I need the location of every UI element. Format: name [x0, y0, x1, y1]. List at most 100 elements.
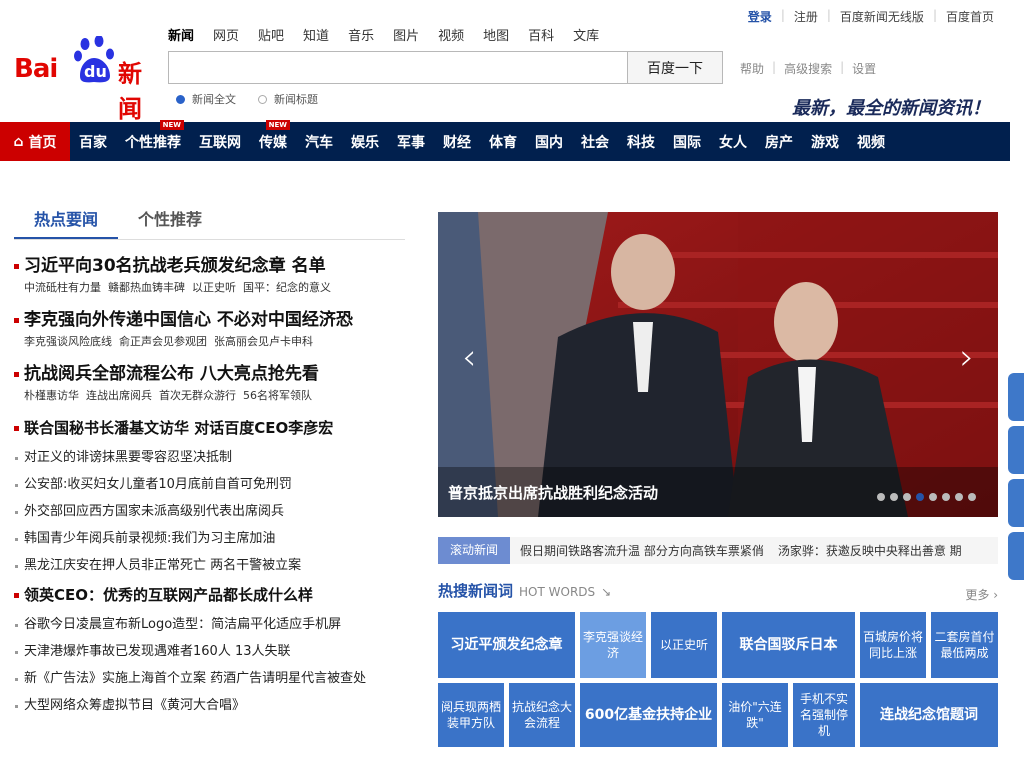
list-item[interactable]: 韩国青少年阅兵前录视频:我们为习主席加油	[14, 525, 405, 552]
list-item[interactable]: 公安部:收买妇女儿童者10月底前自首可免刑罚	[14, 471, 405, 498]
hot-word-cell[interactable]: 油价"六连跌"	[722, 683, 788, 747]
slider-next-icon[interactable]: ›	[960, 337, 974, 378]
hot-word-cell[interactable]: 李克强谈经济	[580, 612, 646, 678]
wireless-link[interactable]: 百度新闻无线版	[840, 8, 924, 25]
sub-link[interactable]: 张高丽会见卢卡申科	[214, 335, 313, 348]
hot-word-cell[interactable]: 习近平颁发纪念章	[438, 612, 575, 678]
radio-title[interactable]: 新闻标题	[258, 91, 318, 107]
hot-word-cell[interactable]: 联合国驳斥日本	[722, 612, 855, 678]
search-tab-2[interactable]: 贴吧	[258, 25, 284, 44]
settings-link[interactable]: 设置	[852, 60, 876, 77]
section-headline[interactable]: 联合国秘书长潘基文访华 对话百度CEO李彦宏	[14, 416, 405, 440]
float-button[interactable]	[1008, 532, 1024, 580]
list-item[interactable]: 天津港爆炸事故已发现遇难者160人 13人失联	[14, 638, 405, 665]
search-input[interactable]	[168, 51, 627, 84]
nav-item-16[interactable]: 游戏	[802, 122, 848, 161]
list-item[interactable]: 对正义的诽谤抹黑要零容忍坚决抵制	[14, 444, 405, 471]
list-item[interactable]: 谷歌今日凌晨宣布新Logo造型：简洁扁平化适应手机屏	[14, 611, 405, 638]
search-tab-1[interactable]: 网页	[213, 25, 239, 44]
nav-item-label: 社会	[581, 134, 609, 151]
list-item[interactable]: 新《广告法》实施上海首个立案 药酒广告请明星代言被查处	[14, 665, 405, 692]
register-link[interactable]: 注册	[794, 8, 818, 25]
nav-item-7[interactable]: 军事	[388, 122, 434, 161]
slider-dot[interactable]	[916, 493, 924, 501]
nav-item-13[interactable]: 国际	[664, 122, 710, 161]
search-button[interactable]: 百度一下	[627, 51, 723, 84]
sub-link[interactable]: 俞正声会见参观团	[119, 335, 207, 348]
slider-dot[interactable]	[877, 493, 885, 501]
slider-dot[interactable]	[942, 493, 950, 501]
search-tab-3[interactable]: 知道	[303, 25, 329, 44]
search-tab-9[interactable]: 文库	[573, 25, 599, 44]
sub-link[interactable]: 56名将军领队	[243, 389, 312, 402]
sub-link[interactable]: 李克强谈风险底线	[24, 335, 112, 348]
hot-word-cell[interactable]: 600亿基金扶持企业	[580, 683, 717, 747]
sub-link[interactable]: 连战出席阅兵	[86, 389, 152, 402]
list-item[interactable]: 外交部回应西方国家未派高级别代表出席阅兵	[14, 498, 405, 525]
search-tab-4[interactable]: 音乐	[348, 25, 374, 44]
help-link[interactable]: 帮助	[740, 60, 764, 77]
nav-item-11[interactable]: 社会	[572, 122, 618, 161]
nav-item-17[interactable]: 视频	[848, 122, 894, 161]
search-tab-6[interactable]: 视频	[438, 25, 464, 44]
list-item[interactable]: 黑龙江庆安在押人员非正常死亡 两名干警被立案	[14, 552, 405, 579]
sub-link[interactable]: 国平：纪念的意义	[243, 281, 331, 294]
slider-prev-icon[interactable]: ‹	[462, 337, 476, 378]
nav-item-5[interactable]: 汽车	[296, 122, 342, 161]
sub-link[interactable]: 赣鄱热血铸丰碑	[108, 281, 185, 294]
story-headline[interactable]: 习近平向30名抗战老兵颁发纪念章 名单	[24, 254, 405, 278]
radio-full-text[interactable]: 新闻全文	[176, 91, 236, 107]
nav-item-8[interactable]: 财经	[434, 122, 480, 161]
slider-dot[interactable]	[929, 493, 937, 501]
sub-link[interactable]: 以正史听	[192, 281, 236, 294]
float-button[interactable]	[1008, 426, 1024, 474]
slider-dot[interactable]	[968, 493, 976, 501]
slider-dot[interactable]	[890, 493, 898, 501]
nav-item-9[interactable]: 体育	[480, 122, 526, 161]
more-link[interactable]: 更多 ›	[965, 586, 998, 603]
nav-item-label: 游戏	[811, 134, 839, 151]
nav-item-15[interactable]: 房产	[756, 122, 802, 161]
hot-word-cell[interactable]: 连战纪念馆题词	[860, 683, 998, 747]
nav-item-6[interactable]: 娱乐	[342, 122, 388, 161]
slider-dot[interactable]	[903, 493, 911, 501]
login-link[interactable]: 登录	[748, 8, 772, 25]
nav-item-4[interactable]: 传媒 NEW	[250, 120, 296, 161]
sub-link[interactable]: 朴槿惠访华	[24, 389, 79, 402]
nav-item-10[interactable]: 国内	[526, 122, 572, 161]
sub-link[interactable]: 首次无群众游行	[159, 389, 236, 402]
hot-word-cell[interactable]: 二套房首付最低两成	[931, 612, 998, 678]
nav-item-2[interactable]: 个性推荐 NEW	[116, 120, 190, 161]
baidu-home-link[interactable]: 百度首页	[946, 8, 994, 25]
sub-link[interactable]: 中流砥柱有力量	[24, 281, 101, 294]
hot-word-cell[interactable]: 百城房价将同比上涨	[860, 612, 926, 678]
list-item[interactable]: 大型网络众筹虚拟节目《黄河大合唱》	[14, 692, 405, 719]
advanced-search-link[interactable]: 高级搜索	[784, 60, 832, 77]
float-button[interactable]	[1008, 479, 1024, 527]
hot-word-cell[interactable]: 手机不实名强制停机	[793, 683, 855, 747]
tab-personal[interactable]: 个性推荐	[118, 205, 222, 239]
search-tab-5[interactable]: 图片	[393, 25, 419, 44]
rolling-news-item[interactable]: 汤家骅：获邀反映中央释出善意 期	[778, 544, 962, 558]
baidu-news-logo[interactable]: Bai du 新闻	[14, 36, 159, 123]
story-headline[interactable]: 抗战阅兵全部流程公布 八大亮点抢先看	[24, 362, 405, 386]
slider-caption[interactable]: 普京抵京出席抗战胜利纪念活动	[448, 482, 658, 503]
slider-dot[interactable]	[955, 493, 963, 501]
nav-item-1[interactable]: 百家	[70, 122, 116, 161]
hot-word-cell[interactable]: 以正史听	[651, 612, 717, 678]
tab-hot-news[interactable]: 热点要闻	[14, 205, 119, 239]
nav-item-0[interactable]: ⌂ 首页	[0, 122, 70, 161]
search-tab-0[interactable]: 新闻	[168, 25, 194, 44]
float-button[interactable]	[1008, 373, 1024, 421]
search-tab-7[interactable]: 地图	[483, 25, 509, 44]
section-headline[interactable]: 领英CEO：优秀的互联网产品都长成什么样	[14, 583, 405, 607]
rolling-news-item[interactable]: 假日期间铁路客流升温 部分方向高铁车票紧俏	[520, 544, 764, 558]
search-tab-8[interactable]: 百科	[528, 25, 554, 44]
hot-word-cell[interactable]: 抗战纪念大会流程	[509, 683, 575, 747]
hot-word-cell[interactable]: 阅兵现两栖装甲方队	[438, 683, 504, 747]
nav-item-3[interactable]: 互联网	[190, 122, 250, 161]
nav-item-12[interactable]: 科技	[618, 122, 664, 161]
photo-slider[interactable]: ‹ › 普京抵京出席抗战胜利纪念活动	[438, 212, 998, 517]
story-headline[interactable]: 李克强向外传递中国信心 不必对中国经济恐	[24, 308, 405, 332]
nav-item-14[interactable]: 女人	[710, 122, 756, 161]
